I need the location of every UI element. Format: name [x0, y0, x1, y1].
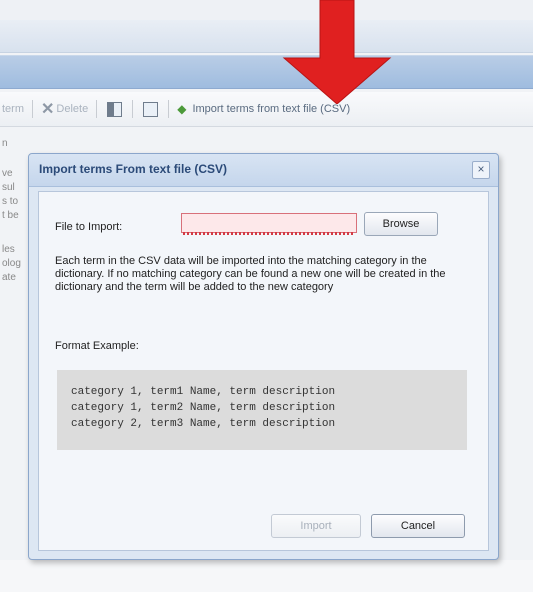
import-button[interactable]: Import — [271, 514, 361, 538]
input-error-underline — [183, 232, 355, 235]
close-icon[interactable]: × — [472, 161, 490, 179]
import-arrow-icon: ◆ — [177, 102, 187, 116]
left-panel-text: ve — [2, 168, 13, 179]
toolbar-term-button[interactable]: term — [2, 103, 24, 115]
format-example-label: Format Example: — [55, 340, 139, 352]
toolbar-separator — [32, 100, 33, 118]
close-x-icon: ✕ — [41, 101, 55, 118]
example-line: category 1, term1 Name, term description — [71, 386, 336, 398]
file-path-input[interactable] — [181, 213, 357, 233]
dialog-header: Import terms From text file (CSV) × — [29, 154, 498, 187]
left-panel-text: olog — [2, 258, 21, 269]
browse-button[interactable]: Browse — [364, 212, 438, 236]
cancel-button[interactable]: Cancel — [371, 514, 465, 538]
dialog-body: File to Import: Browse Each term in the … — [38, 191, 489, 551]
file-to-import-label: File to Import: — [55, 221, 123, 233]
app-header-bar — [0, 55, 533, 89]
left-panel-text: sul — [2, 182, 15, 193]
import-description: Each term in the CSV data will be import… — [55, 255, 446, 293]
toolbar-delete-button[interactable]: ✕ Delete — [41, 99, 88, 119]
toolbar-separator — [168, 100, 170, 118]
left-panel-text: n — [2, 138, 8, 149]
toolbar-panel-toggle[interactable] — [105, 101, 124, 117]
toolbar-import-csv-label: Import terms from text file (CSV) — [192, 103, 351, 115]
toolbar-separator — [132, 100, 134, 118]
background-top-band — [0, 0, 533, 20]
toolbar-separator — [96, 100, 98, 118]
panel-icon — [107, 101, 123, 117]
left-panel-text: t be — [2, 210, 19, 221]
toolbar-term-label: term — [2, 103, 24, 115]
toolbar: term ✕ Delete ◆ Import terms from text f… — [0, 92, 533, 127]
columns-icon — [143, 101, 159, 117]
example-line: category 1, term2 Name, term description — [71, 402, 336, 414]
toolbar-import-csv-button[interactable]: ◆ Import terms from text file (CSV) — [177, 102, 350, 116]
red-arrow-indicator — [282, 0, 392, 104]
toolbar-delete-label: Delete — [56, 103, 89, 115]
left-panel-text: ate — [2, 272, 16, 283]
dialog-title: Import terms From text file (CSV) — [39, 162, 228, 176]
format-example-box: category 1, term1 Name, term description… — [57, 370, 467, 450]
left-panel-text: s to — [2, 196, 19, 207]
toolbar-columns-toggle[interactable] — [141, 101, 160, 117]
example-line: category 2, term3 Name, term description — [71, 418, 336, 430]
page-bottom-area — [0, 560, 533, 592]
left-panel-text: les — [2, 244, 15, 255]
import-csv-dialog: Import terms From text file (CSV) × File… — [28, 153, 499, 560]
app-title-bar — [0, 20, 533, 53]
